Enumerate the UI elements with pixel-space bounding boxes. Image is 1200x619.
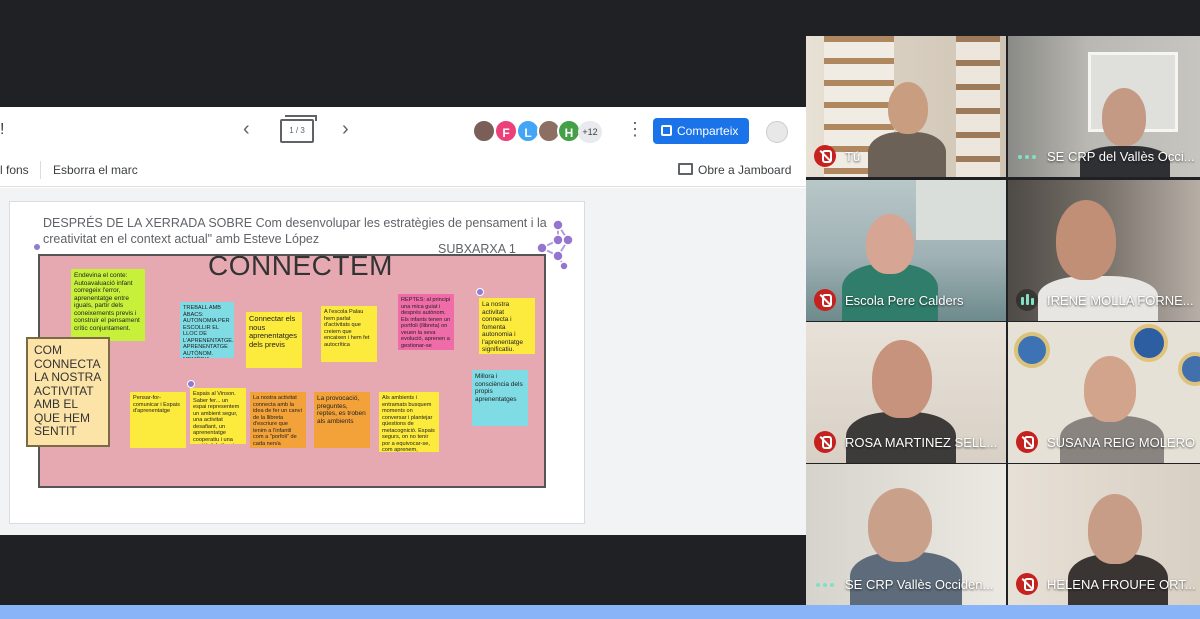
participant-tile[interactable]: SE CRP del Vallès Occi... <box>1008 36 1200 177</box>
participant-label: HELENA FROUFE ORT... <box>1016 573 1196 595</box>
share-label: Comparteix <box>677 124 739 138</box>
set-background-button[interactable]: l fons <box>0 163 29 177</box>
open-in-jamboard-label: Obre a Jamboard <box>698 163 792 177</box>
participant-tile[interactable]: IRENE MOLLA FORNE... <box>1008 180 1200 321</box>
participant-name: ROSA MARTINEZ SELL... <box>845 434 998 450</box>
jamboard-canvas[interactable]: DESPRÉS DE LA XERRADA SOBRE Com desenvol… <box>0 188 806 535</box>
microphone-muted-icon <box>814 145 836 167</box>
microphone-muted-icon <box>814 289 836 311</box>
organization-logo <box>766 121 788 143</box>
presenting-dots-icon <box>814 573 836 595</box>
sticky-note[interactable]: TREBALL AMB ÀBACS: AUTONOMIA PER ESCOLLI… <box>180 302 234 358</box>
open-in-jamboard-button[interactable]: Obre a Jamboard <box>678 163 791 177</box>
sticky-note[interactable]: Als ambients i entramats busquem moments… <box>379 392 439 452</box>
participant-name: IRENE MOLLA FORNE... <box>1047 292 1194 308</box>
person-face <box>866 214 914 274</box>
avatar[interactable] <box>472 119 496 143</box>
board-title: CONNECTEM <box>208 250 393 281</box>
microphone-muted-icon <box>814 431 836 453</box>
jamboard-title: ! <box>0 121 5 138</box>
participant-tile[interactable]: ROSA MARTINEZ SELL... <box>806 322 1006 463</box>
participant-label: SUSANA REIG MOLERO <box>1016 431 1195 453</box>
participant-tile[interactable]: Escola Pere Calders <box>806 180 1006 321</box>
pin-marker <box>33 243 41 251</box>
sticky-note[interactable]: Millora i consciència dels propis aprene… <box>472 370 528 426</box>
participant-tile[interactable]: SE CRP Vallès Occiden... <box>806 464 1006 605</box>
avatar[interactable]: F <box>494 119 518 143</box>
participant-tile[interactable]: HELENA FROUFE ORT... <box>1008 464 1200 605</box>
participant-label: Escola Pere Calders <box>814 289 964 311</box>
person-face <box>1088 494 1142 564</box>
jamboard-toolbar: l fons Esborra el marc Obre a Jamboard <box>0 153 806 187</box>
sticky-note[interactable]: REPTES: al principi una mica guiat i des… <box>398 294 454 350</box>
participant-tile[interactable]: SUSANA REIG MOLERO <box>1008 322 1200 463</box>
frame-indicator[interactable]: 1 / 3 <box>280 115 317 143</box>
share-icon <box>661 125 672 136</box>
side-question-box[interactable]: COM CONNECTA LA NOSTRA ACTIVITAT AMB EL … <box>26 337 110 447</box>
pin-marker <box>187 380 195 388</box>
microphone-muted-icon <box>1016 573 1038 595</box>
sticky-note[interactable]: La nostra activitat connecta amb la idea… <box>250 392 306 448</box>
person-face <box>888 82 928 134</box>
sticky-note[interactable]: Connectar els nous aprenentatges dels pr… <box>246 312 302 368</box>
person-face <box>1056 200 1116 280</box>
bookshelf <box>956 36 1000 177</box>
participant-name: HELENA FROUFE ORT... <box>1047 576 1196 592</box>
person-silhouette <box>868 132 946 177</box>
sticky-note[interactable]: Espais al Vinson. Saber fer... un espai … <box>190 388 246 444</box>
participant-name: SE CRP del Vallès Occi... <box>1047 148 1195 164</box>
window <box>916 180 1006 240</box>
person-face <box>872 340 932 418</box>
participant-label: Tú <box>814 145 860 167</box>
decorative-plate <box>1130 324 1168 362</box>
sticky-note[interactable]: La provocació, preguntes, reptes, es tro… <box>314 392 370 448</box>
jamboard-panel: ! ‹ 1 / 3 › F L H +12 ⋮ Comparteix l fon… <box>0 107 806 535</box>
speaking-indicator-icon <box>1016 289 1038 311</box>
sticky-note[interactable]: Endevina el conte: Autoavaluació infant … <box>71 269 145 341</box>
person-face <box>1102 88 1146 146</box>
toolbar-divider <box>40 161 41 179</box>
participant-label: IRENE MOLLA FORNE... <box>1016 289 1194 311</box>
participant-label: ROSA MARTINEZ SELL... <box>814 431 997 453</box>
sticky-note[interactable]: A l'escola Palau hem parlat d'activitats… <box>321 306 377 362</box>
person-face <box>868 488 932 562</box>
share-button[interactable]: Comparteix <box>653 118 749 144</box>
participant-name: SE CRP Vallès Occiden... <box>845 576 994 592</box>
person-face <box>1084 356 1136 422</box>
decorative-plate <box>1014 332 1050 368</box>
participant-label: SE CRP del Vallès Occi... <box>1016 145 1195 167</box>
meeting-controls-bar[interactable] <box>0 605 1200 619</box>
more-collaborators-badge[interactable]: +12 <box>578 121 602 143</box>
open-external-icon <box>678 163 693 175</box>
presenting-dots-icon <box>1016 145 1038 167</box>
participant-name: SUSANA REIG MOLERO <box>1047 434 1196 450</box>
more-options-icon[interactable]: ⋮ <box>626 119 644 140</box>
participant-name: Escola Pere Calders <box>845 292 964 308</box>
participant-label: SE CRP Vallès Occiden... <box>814 573 993 595</box>
jamboard-frame[interactable]: DESPRÉS DE LA XERRADA SOBRE Com desenvol… <box>9 201 585 524</box>
participant-tile[interactable]: Tú <box>806 36 1006 177</box>
next-frame-button[interactable]: › <box>342 119 349 139</box>
clear-frame-button[interactable]: Esborra el marc <box>53 163 138 177</box>
previous-frame-button[interactable]: ‹ <box>243 119 250 139</box>
sticky-note[interactable]: La nostra activitat connecta i fomenta a… <box>479 298 535 354</box>
meet-window: ! ‹ 1 / 3 › F L H +12 ⋮ Comparteix l fon… <box>0 0 1200 619</box>
pin-marker <box>476 288 484 296</box>
microphone-muted-icon <box>1016 431 1038 453</box>
jamboard-header: ! ‹ 1 / 3 › F L H +12 ⋮ Comparteix <box>0 107 806 153</box>
sticky-note[interactable]: Pensar-for-comunicar i Espais d'aprenent… <box>130 392 186 448</box>
participant-name: Tú <box>845 148 861 164</box>
